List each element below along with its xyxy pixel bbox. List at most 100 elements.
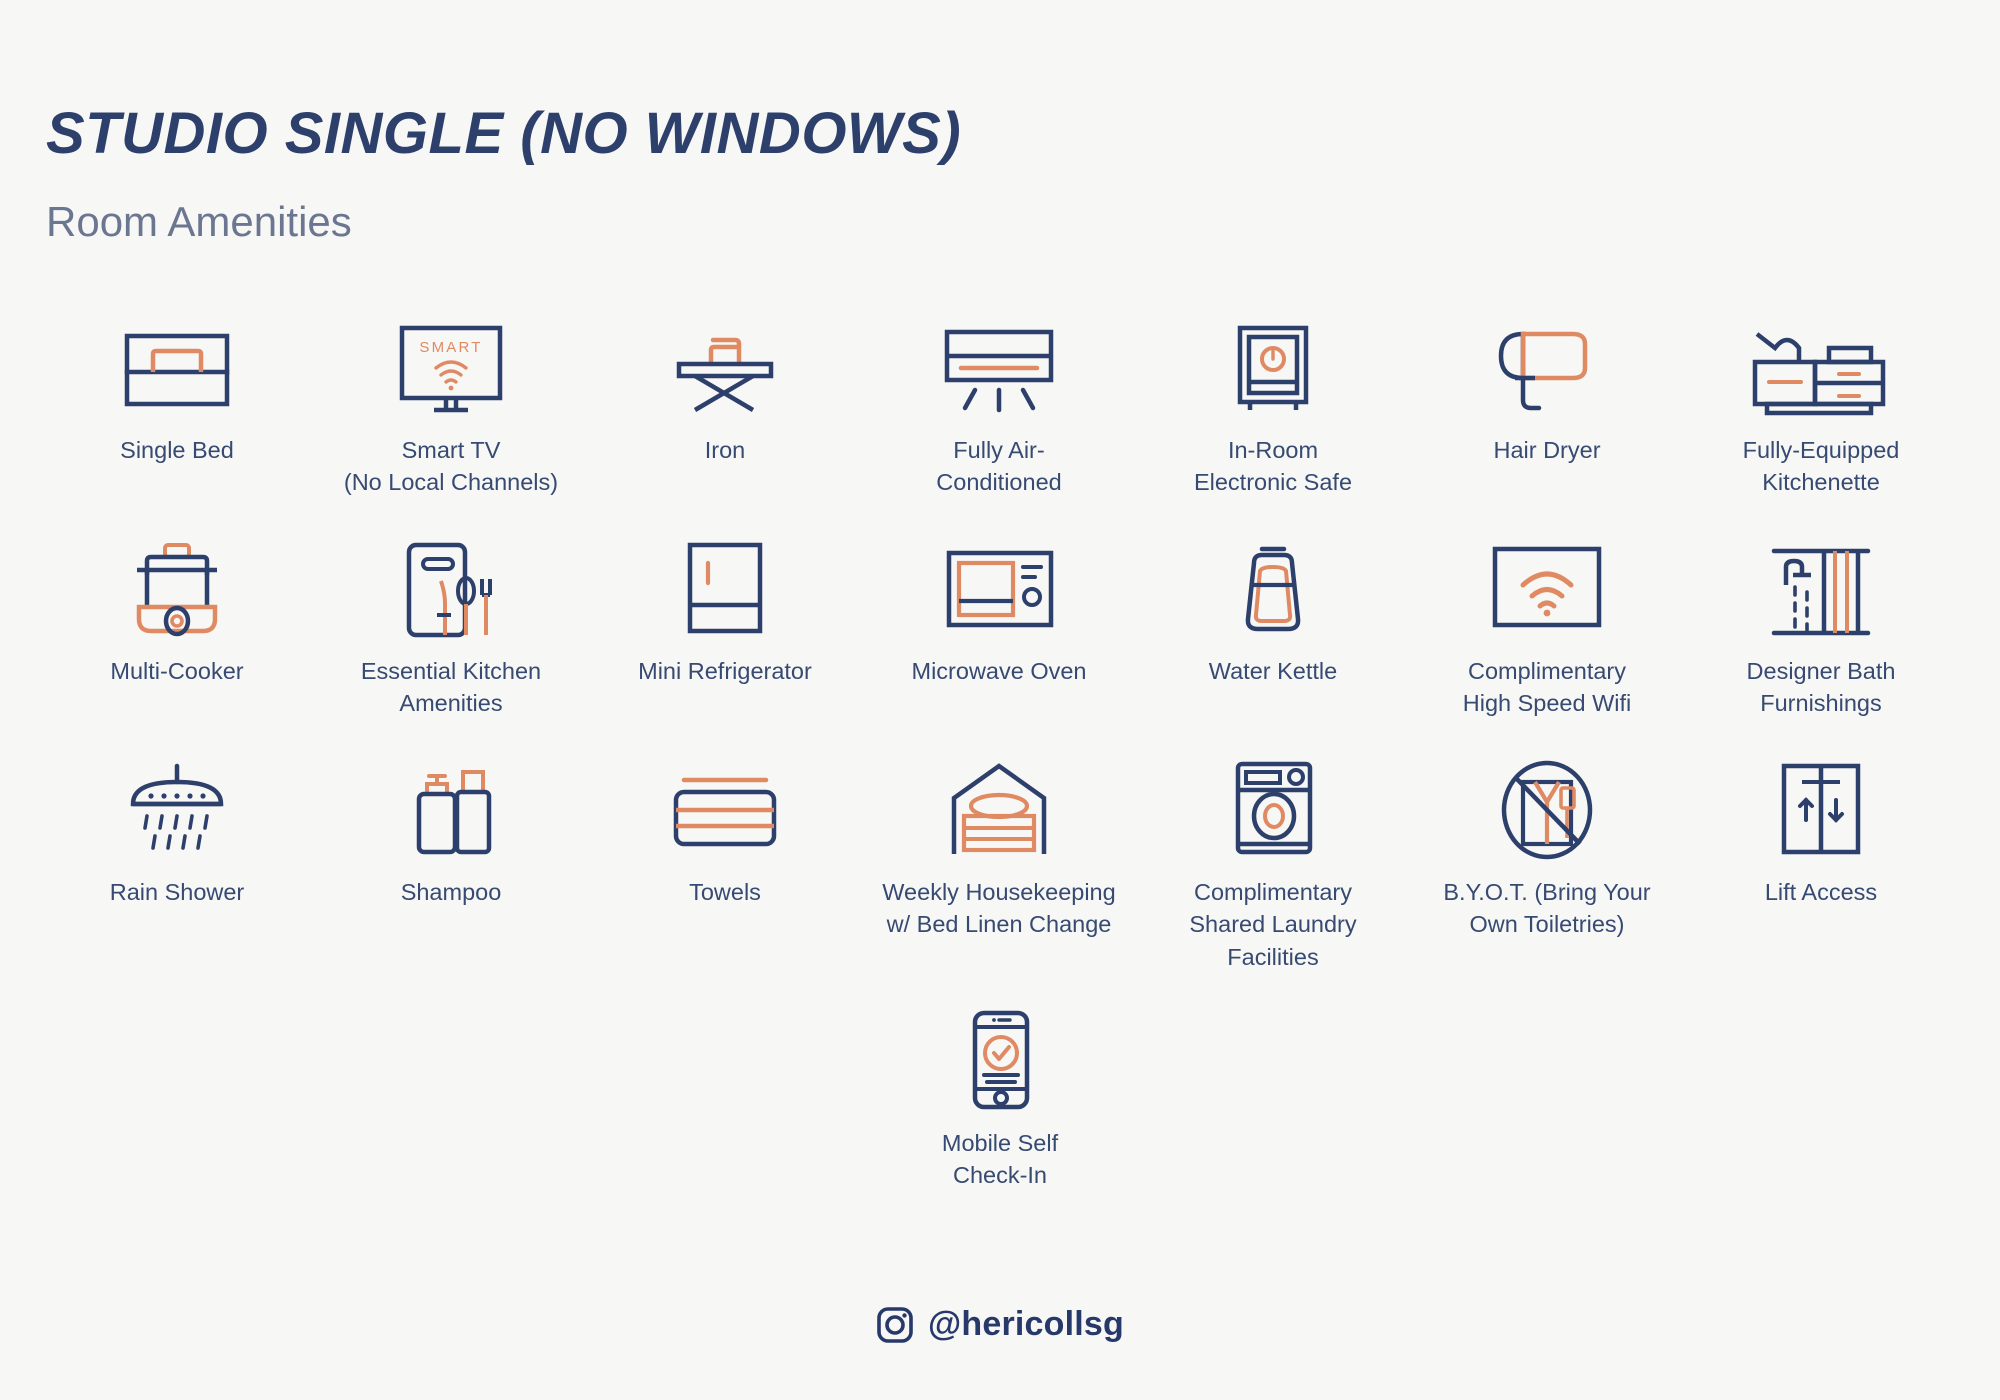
amenity-label-line1: Smart TV <box>401 437 501 463</box>
no-toiletries-icon <box>1487 742 1607 860</box>
amenity-label: Fully Air- Conditioned <box>936 434 1061 499</box>
amenity-label-line3: Facilities <box>1227 943 1319 970</box>
smart-tv-icon: SMART <box>386 300 516 418</box>
amenity-label: Designer Bath Furnishings <box>1747 655 1896 720</box>
amenity-kitchen-utensils: Essential Kitchen Amenities <box>314 521 588 720</box>
smart-tv-screen-label: SMART <box>419 339 482 356</box>
amenity-label: Lift Access <box>1764 878 1878 905</box>
shower-curtain-icon <box>1762 521 1880 639</box>
amenity-towels: Towels <box>588 742 862 908</box>
wifi-icon <box>1481 521 1613 639</box>
amenities-infographic: STUDIO SINGLE (NO WINDOWS) Room Amenitie… <box>0 0 2000 1400</box>
kitchenette-icon <box>1741 300 1901 418</box>
housekeeping-linen-icon <box>938 742 1060 860</box>
amenity-label: Complimentary Shared Laundry Facilities <box>1189 876 1356 973</box>
amenity-label: Mobile Self Check-In <box>942 1127 1058 1192</box>
amenity-mini-refrigerator: Mini Refrigerator <box>588 521 862 687</box>
amenity-label-line1: Complimentary <box>1193 878 1352 905</box>
amenity-label: Multi-Cooker <box>110 657 244 684</box>
rain-shower-icon <box>117 742 237 860</box>
amenities-row-1: Single Bed SMART Smart TV (No Local Chan… <box>40 300 1960 499</box>
amenity-label-line2: Own Toiletries) <box>1469 911 1625 938</box>
amenity-label-line1: Fully-Equipped <box>1742 437 1900 463</box>
amenity-label: Shampoo <box>400 878 502 905</box>
page-title: STUDIO SINGLE (NO WINDOWS) <box>46 101 962 166</box>
amenity-label: Hair Dryer <box>1493 437 1601 463</box>
amenity-label-line1: Complimentary <box>1467 657 1627 684</box>
amenity-label-line2: Shared Laundry <box>1189 911 1357 938</box>
amenity-label-line2: (No Local Channels) <box>343 469 559 496</box>
amenities-row-4: Mobile Self Check-In <box>40 993 1960 1192</box>
towels-icon <box>662 742 788 860</box>
amenity-label: Iron <box>704 437 746 463</box>
amenity-label: Rain Shower <box>109 878 245 905</box>
page-subtitle: Room Amenities <box>46 198 352 245</box>
amenity-single-bed: Single Bed <box>40 300 314 466</box>
amenity-label: Single Bed <box>120 437 234 463</box>
amenity-label-line1: Mobile Self <box>941 1129 1059 1156</box>
amenity-air-conditioned: Fully Air- Conditioned <box>862 300 1136 499</box>
air-conditioner-icon <box>935 300 1063 418</box>
amenities-row-2: Multi-Cooker Essential Kitchen Amenities… <box>40 521 1960 720</box>
single-bed-icon <box>117 300 237 418</box>
mobile-checkin-icon <box>953 993 1047 1111</box>
kitchen-utensils-icon <box>387 521 515 639</box>
amenity-label: Weekly Housekeeping w/ Bed Linen Change <box>882 876 1115 941</box>
amenity-shampoo: Shampoo <box>314 742 588 908</box>
amenity-housekeeping: Weekly Housekeeping w/ Bed Linen Change <box>862 742 1136 941</box>
amenity-label-line2: Conditioned <box>936 469 1062 496</box>
amenity-label: Fully-Equipped Kitchenette <box>1743 434 1900 499</box>
amenities-grid: Single Bed SMART Smart TV (No Local Chan… <box>40 300 1960 1192</box>
amenity-label-line1: Weekly Housekeeping <box>882 878 1116 905</box>
mini-refrigerator-icon <box>672 521 778 639</box>
amenity-label: Essential Kitchen Amenities <box>361 655 541 720</box>
amenity-label: Smart TV (No Local Channels) <box>344 434 558 499</box>
amenity-label-line1: Essential Kitchen <box>360 657 542 684</box>
amenity-iron: Iron <box>588 300 862 466</box>
iron-icon <box>665 300 785 418</box>
amenities-row-3: Rain Shower Shampoo Towels Weekly Housek… <box>40 742 1960 973</box>
amenity-microwave-oven: Microwave Oven <box>862 521 1136 687</box>
amenity-label-line2: High Speed Wifi <box>1462 690 1632 717</box>
microwave-oven-icon <box>935 521 1063 639</box>
amenity-label-line2: Amenities <box>399 690 503 717</box>
amenity-label-line1: Designer Bath <box>1746 657 1896 684</box>
amenity-label: Complimentary High Speed Wifi <box>1463 655 1632 720</box>
amenity-rain-shower: Rain Shower <box>40 742 314 908</box>
amenity-label-line2: w/ Bed Linen Change <box>886 911 1112 938</box>
hair-dryer-icon <box>1487 300 1607 418</box>
instagram-handle[interactable]: @hericollsg <box>928 1305 1124 1344</box>
footer: @hericollsg <box>0 1305 2000 1344</box>
amenity-lift-access: Lift Access <box>1684 742 1958 908</box>
amenity-laundry: Complimentary Shared Laundry Facilities <box>1136 742 1410 973</box>
amenity-label-line1: Fully Air- <box>953 437 1045 463</box>
instagram-icon[interactable] <box>876 1306 914 1344</box>
amenity-multi-cooker: Multi-Cooker <box>40 521 314 687</box>
amenity-mobile-checkin: Mobile Self Check-In <box>863 993 1137 1192</box>
amenity-label-line2: Furnishings <box>1760 690 1882 717</box>
amenity-label: Towels <box>689 878 761 905</box>
lift-access-icon <box>1766 742 1876 860</box>
amenity-label-line1: B.Y.O.T. (Bring Your <box>1443 878 1651 905</box>
amenity-water-kettle: Water Kettle <box>1136 521 1410 687</box>
amenity-byot: B.Y.O.T. (Bring Your Own Toiletries) <box>1410 742 1684 941</box>
amenity-label: Mini Refrigerator <box>638 657 812 684</box>
amenity-electronic-safe: In-Room Electronic Safe <box>1136 300 1410 499</box>
amenity-smart-tv: SMART Smart TV (No Local Channels) <box>314 300 588 499</box>
amenity-label-line2: Check-In <box>952 1162 1048 1189</box>
amenity-label: B.Y.O.T. (Bring Your Own Toiletries) <box>1443 876 1650 941</box>
amenity-label-line2: Kitchenette <box>1762 469 1880 496</box>
amenity-label-line2: Electronic Safe <box>1193 469 1353 496</box>
amenity-label: In-Room Electronic Safe <box>1194 434 1352 499</box>
amenity-hair-dryer: Hair Dryer <box>1410 300 1684 466</box>
amenity-bath-furnishings: Designer Bath Furnishings <box>1684 521 1958 720</box>
shampoo-bottles-icon <box>393 742 509 860</box>
amenity-label: Water Kettle <box>1208 657 1338 684</box>
amenity-label-line1: In-Room <box>1227 437 1319 463</box>
amenity-label: Microwave Oven <box>911 657 1087 684</box>
laundry-machine-icon <box>1220 742 1326 860</box>
water-kettle-icon <box>1218 521 1328 639</box>
amenity-wifi: Complimentary High Speed Wifi <box>1410 521 1684 720</box>
electronic-safe-icon <box>1218 300 1328 418</box>
multi-cooker-icon <box>119 521 235 639</box>
